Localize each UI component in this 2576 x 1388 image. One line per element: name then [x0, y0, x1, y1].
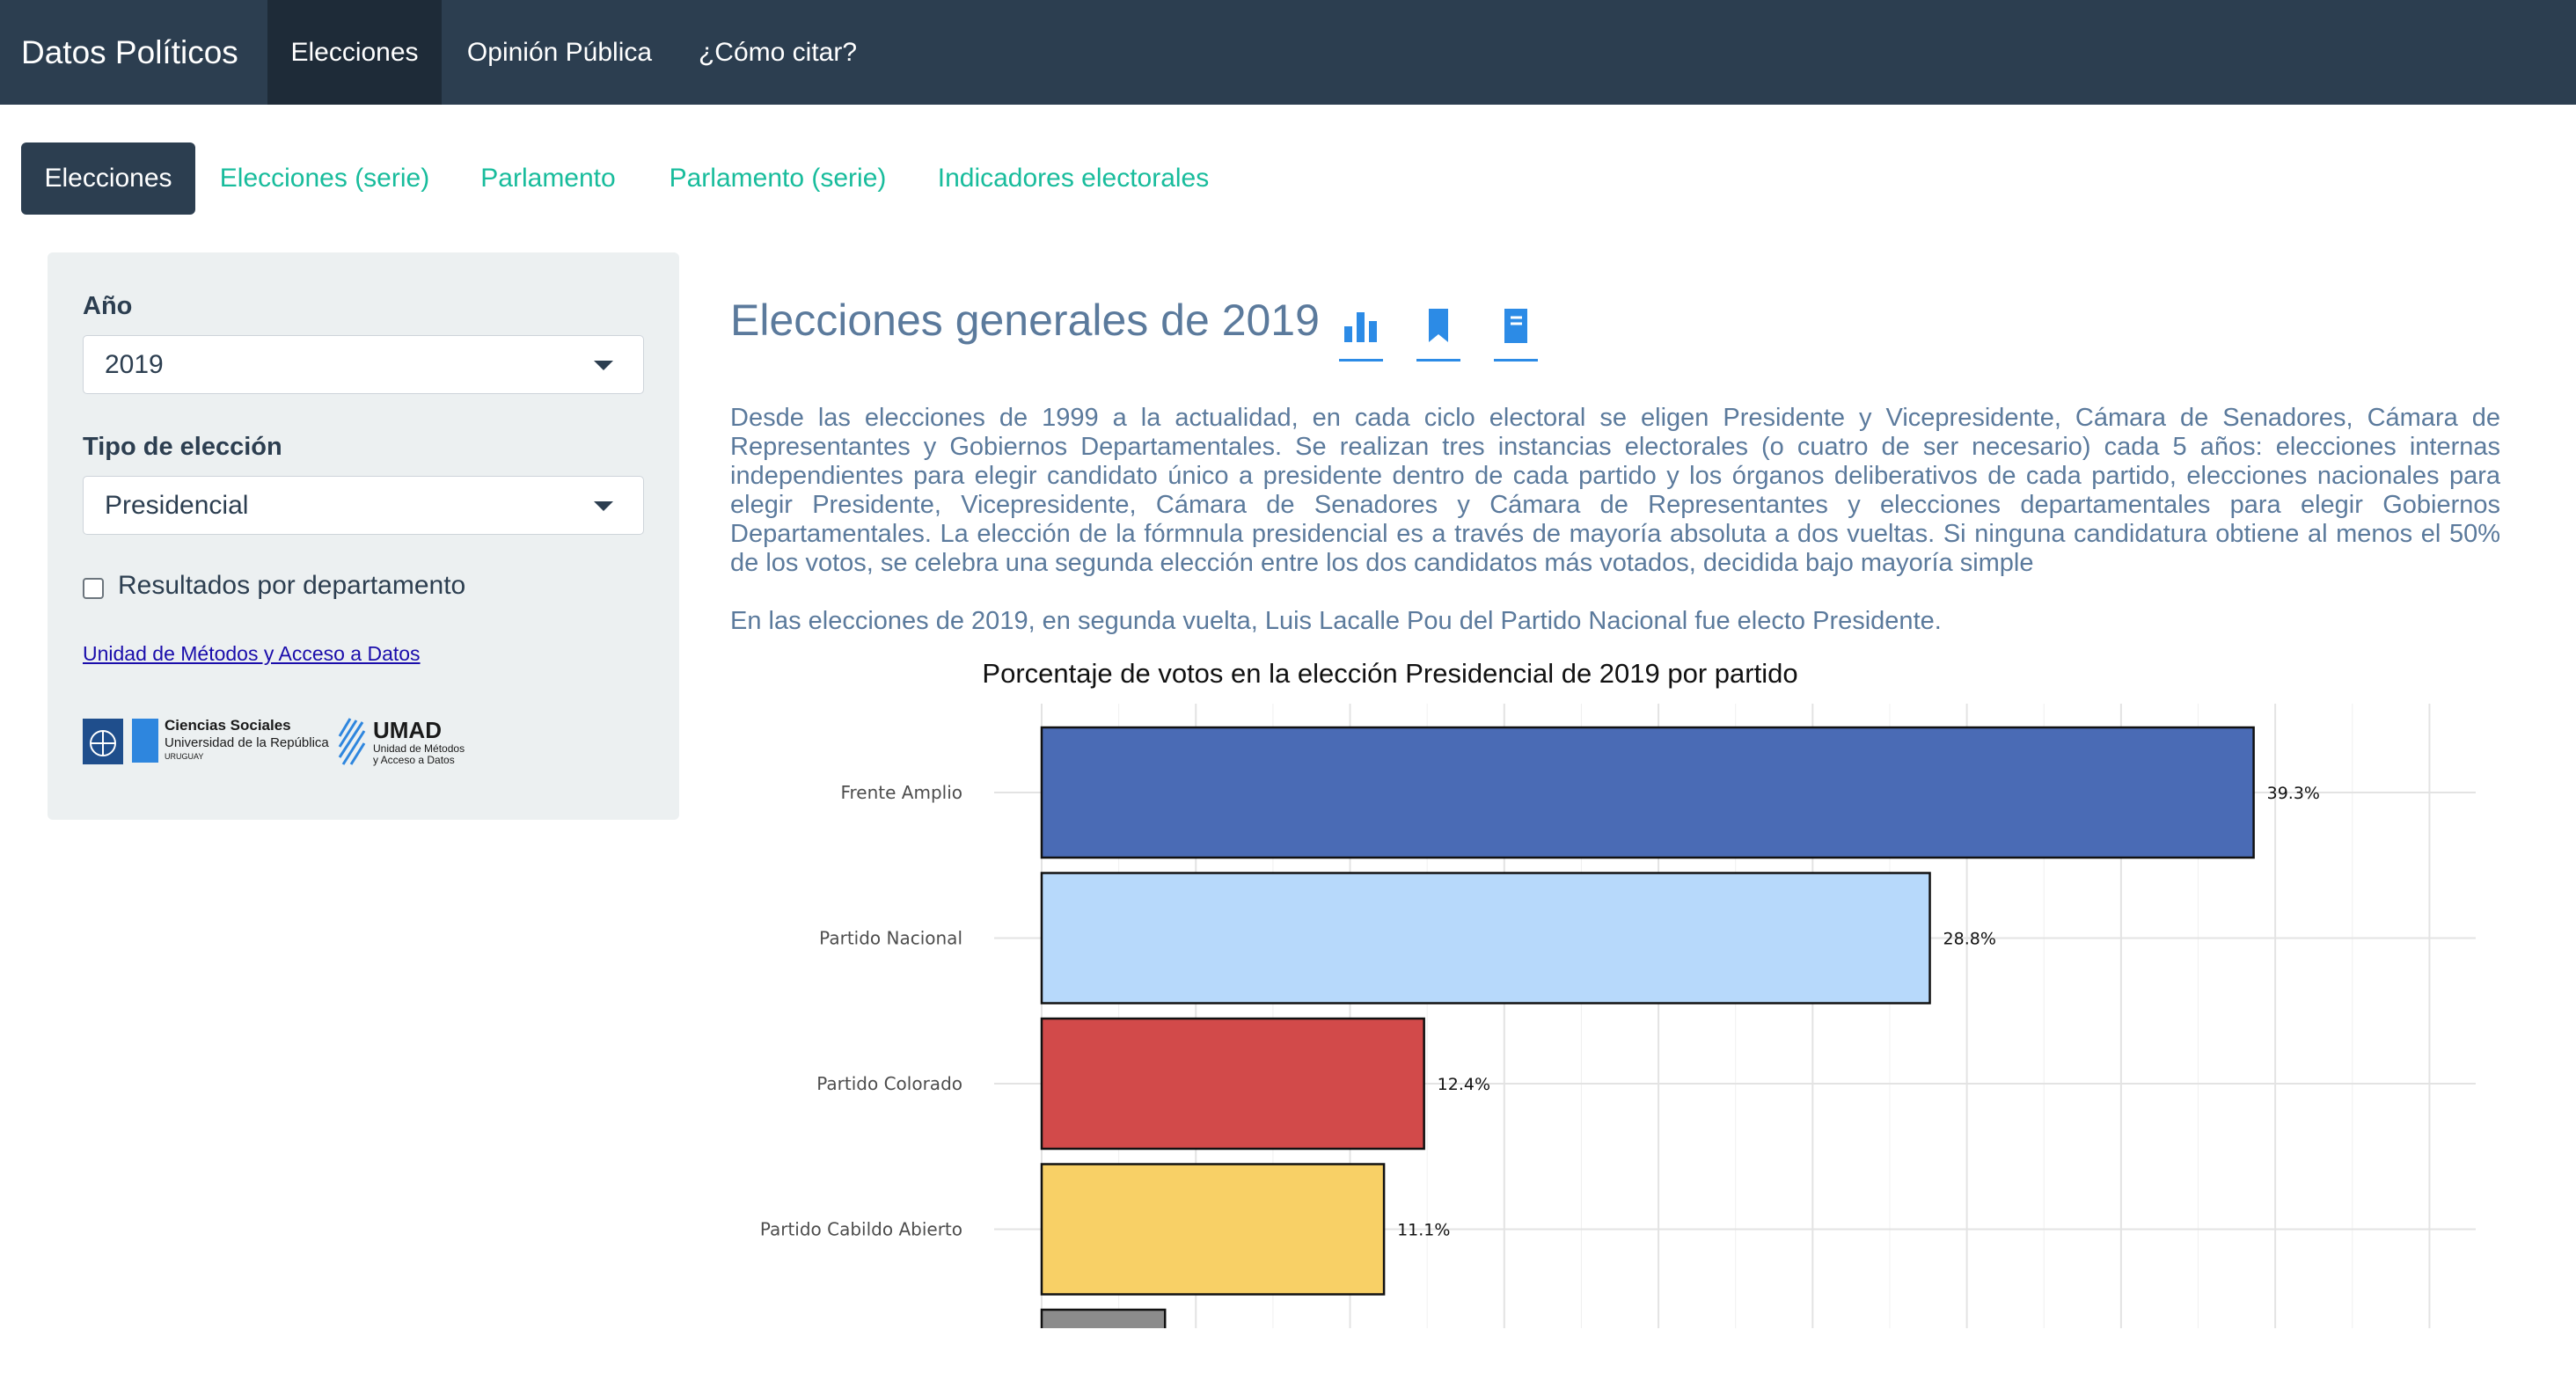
chevron-down-icon [594, 501, 613, 511]
bookmark-icon [1429, 309, 1448, 342]
top-navbar: Datos Políticos Elecciones Opinión Públi… [0, 0, 2576, 105]
bar-value-label: 11.1% [1397, 1221, 1450, 1240]
cs-line1: Ciencias Sociales [165, 717, 291, 734]
tab-parlamento-serie[interactable]: Parlamento (serie) [660, 142, 896, 215]
tab-elecciones[interactable]: Elecciones [21, 142, 195, 215]
cs-line3: URUGUAY [165, 752, 203, 761]
nav-item-opinion-publica[interactable]: Opinión Pública [447, 0, 672, 105]
bar [1040, 1163, 1386, 1296]
udelar-logo-icon [83, 719, 123, 764]
bar [1040, 1308, 1167, 1328]
brand-title[interactable]: Datos Políticos [21, 0, 238, 105]
umad-title: UMAD [373, 717, 442, 743]
description-paragraph: Desde las elecciones de 1999 a la actual… [730, 404, 2500, 577]
bar-value-label: 39.3% [2267, 784, 2320, 803]
tab-elecciones-serie[interactable]: Elecciones (serie) [206, 142, 443, 215]
ciencias-sociales-logo-icon [132, 719, 158, 763]
tab-parlamento[interactable]: Parlamento [468, 142, 628, 215]
umad-link[interactable]: Unidad de Métodos y Acceso a Datos [83, 642, 421, 666]
bar [1040, 872, 1931, 1004]
umad-line1: Unidad de Métodos [373, 742, 465, 755]
book-icon [1504, 309, 1527, 343]
result-paragraph: En las elecciones de 2019, en segunda vu… [730, 607, 1942, 635]
cs-line2: Universidad de la República [165, 735, 329, 750]
bar [1040, 1017, 1425, 1151]
department-results-label[interactable]: Resultados por departamento [118, 571, 465, 601]
department-results-checkbox[interactable] [83, 578, 104, 599]
year-select[interactable]: 2019 [83, 335, 644, 394]
election-type-select[interactable]: Presidencial [83, 476, 644, 535]
year-select-value: 2019 [105, 350, 164, 379]
bar-chart-icon [1344, 312, 1377, 342]
sidebar-panel: Año 2019 Tipo de elección Presidencial R… [48, 252, 679, 820]
institution-logos: Ciencias Sociales Universidad de la Repú… [83, 710, 487, 771]
umad-line2: y Acceso a Datos [373, 754, 455, 766]
bar-value-label: 12.4% [1438, 1075, 1490, 1094]
page-title: Elecciones generales de 2019 [730, 296, 1320, 345]
umad-logo-icon [338, 718, 366, 765]
category-tick-label: Partido Cabildo Abierto [760, 1219, 962, 1240]
bar-chart: Frente Amplio 39.3% Partido Nacional 28.8% P… [760, 704, 2476, 1328]
chart-tool-button[interactable] [1339, 303, 1383, 362]
bookmark-button[interactable] [1416, 303, 1460, 362]
bar [1040, 726, 2255, 859]
category-tick-label: Partido Nacional [819, 928, 962, 949]
chart-title: Porcentaje de votos en la elección Presi… [982, 658, 1798, 689]
tab-indicadores-electorales[interactable]: Indicadores electorales [926, 142, 1221, 215]
category-tick-label: Partido Colorado [816, 1073, 962, 1094]
nav-item-elecciones[interactable]: Elecciones [267, 0, 442, 105]
election-type-select-value: Presidencial [105, 491, 249, 520]
category-tick-label: Frente Amplio [840, 782, 962, 803]
chevron-down-icon [594, 361, 613, 370]
election-type-label: Tipo de elección [83, 433, 282, 461]
year-label: Año [83, 292, 133, 320]
bar-value-label: 28.8% [1943, 930, 1996, 949]
nav-item-como-citar[interactable]: ¿Cómo citar? [683, 0, 873, 105]
book-button[interactable] [1494, 303, 1538, 362]
